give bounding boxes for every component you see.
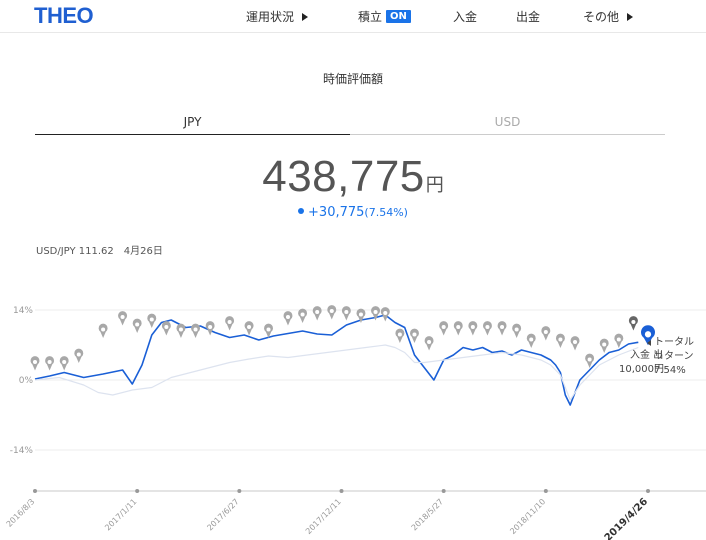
x-tick-label: 2018/11/10 (508, 497, 547, 536)
marker-center (247, 324, 252, 330)
total-return-value: 7.54% (654, 365, 686, 376)
marker-center (149, 317, 154, 322)
total-return-label-2: リターン (654, 351, 694, 362)
caret-right-icon (302, 12, 309, 21)
marker-center (572, 339, 578, 345)
marker-center (193, 327, 198, 332)
marker-center (266, 327, 271, 332)
y-tick-label: -14% (10, 446, 34, 456)
y-tick-label: 0% (19, 376, 34, 386)
x-tick-dot (441, 489, 446, 493)
marker-center (329, 308, 334, 314)
page-title: 時価評価額 (322, 72, 383, 86)
savings-on-badge: ON (386, 10, 411, 23)
nav-deposit[interactable]: 入金 (453, 8, 477, 25)
total-return-annotation: トータル リターン 7.54% (647, 336, 694, 378)
fx-rate: USD/JPY 111.62 (36, 246, 114, 257)
marker-center (315, 309, 320, 315)
marker-center (602, 342, 607, 347)
marker-center (543, 329, 548, 335)
valuation-amount: 438,775円 (0, 152, 706, 202)
valuation-number: 438,775 (262, 152, 425, 201)
marker-center (644, 331, 652, 338)
marker-center (101, 327, 106, 332)
marker-center (358, 312, 363, 317)
marker-center (300, 312, 305, 317)
caret-right-icon (627, 12, 634, 21)
tab-jpy[interactable]: JPY (35, 115, 350, 135)
nav-other-label: その他 (583, 10, 620, 24)
nav-portfolio-status-label: 運用状況 (246, 10, 295, 24)
marker-center (514, 327, 519, 332)
fx-rate-info: USD/JPY 111.62 4月26日 (36, 242, 163, 257)
total-return-label-1: トータル (654, 337, 694, 348)
performance-chart[interactable]: 14% 0% -14% 2016/8/3 2017/1/11 2017/6/27 2017/… (0, 280, 706, 540)
x-tick-label: 2016/8/3 (5, 497, 37, 529)
nav-reserve-savings-label: 積立 (358, 10, 383, 24)
valuation-change: +30,775(7.54%) (0, 205, 706, 220)
marker-center (441, 324, 446, 330)
marker-center (120, 314, 125, 320)
marker-center (227, 319, 232, 325)
top-header: THEO 運用状況 積立 ON 入金 出金 その他 (0, 0, 706, 33)
marker-center (558, 337, 563, 342)
change-percent: (7.54%) (364, 206, 408, 219)
marker-center (397, 332, 402, 337)
marker-center (62, 359, 67, 365)
x-tick-dot (339, 489, 344, 493)
caret-left-icon (647, 340, 651, 346)
fx-date: 4月26日 (123, 246, 163, 257)
marker-center (208, 324, 213, 330)
marker-center (285, 314, 291, 320)
marker-center (178, 327, 183, 332)
x-tick-label: 2018/5/27 (410, 497, 445, 532)
x-tick-dot (543, 489, 548, 493)
y-tick-label: 14% (13, 306, 33, 316)
currency-tabs: JPY USD (35, 115, 665, 135)
theo-logo[interactable]: THEO (34, 3, 94, 29)
marker-center (427, 339, 432, 345)
marker-center (47, 359, 52, 365)
marker-center (135, 322, 140, 327)
marker-center (456, 324, 461, 330)
nav-reserve-savings[interactable]: 積立 ON (358, 8, 411, 25)
x-tick-dot (135, 489, 140, 493)
valuation-unit: 円 (425, 175, 444, 196)
x-tick-dot (33, 489, 37, 493)
x-tick-label: 2017/12/11 (304, 497, 343, 536)
marker-center (587, 357, 592, 362)
marker-center (32, 359, 38, 365)
marker-center (616, 337, 621, 342)
x-tick-label: 2017/1/11 (103, 497, 138, 532)
marker-center (529, 337, 534, 342)
tab-usd[interactable]: USD (350, 115, 665, 135)
marker-center (344, 309, 349, 315)
marker-center (412, 332, 417, 337)
marker-center (470, 324, 475, 330)
nav-withdraw-label: 出金 (516, 10, 541, 24)
series-line-benchmark (34, 344, 639, 401)
deposit-label: 入金 (630, 350, 650, 361)
change-dot-icon (298, 207, 305, 214)
marker-center (164, 324, 169, 330)
marker-center (383, 310, 388, 316)
nav-withdraw[interactable]: 出金 (516, 8, 540, 25)
marker-center (485, 324, 490, 330)
nav-other[interactable]: その他 (583, 8, 634, 25)
x-tick-dot (237, 489, 242, 493)
marker-center (500, 324, 505, 330)
x-tick-dot (646, 489, 650, 493)
change-amount: +30,775 (308, 205, 365, 220)
marker-center (373, 309, 378, 315)
marker-center (76, 352, 81, 357)
marker-center (631, 319, 636, 325)
x-tick-label: 2019/4/26 (603, 496, 650, 540)
nav-portfolio-status[interactable]: 運用状況 (246, 8, 309, 25)
x-tick-label: 2017/6/27 (205, 497, 240, 532)
nav-deposit-label: 入金 (453, 10, 478, 24)
